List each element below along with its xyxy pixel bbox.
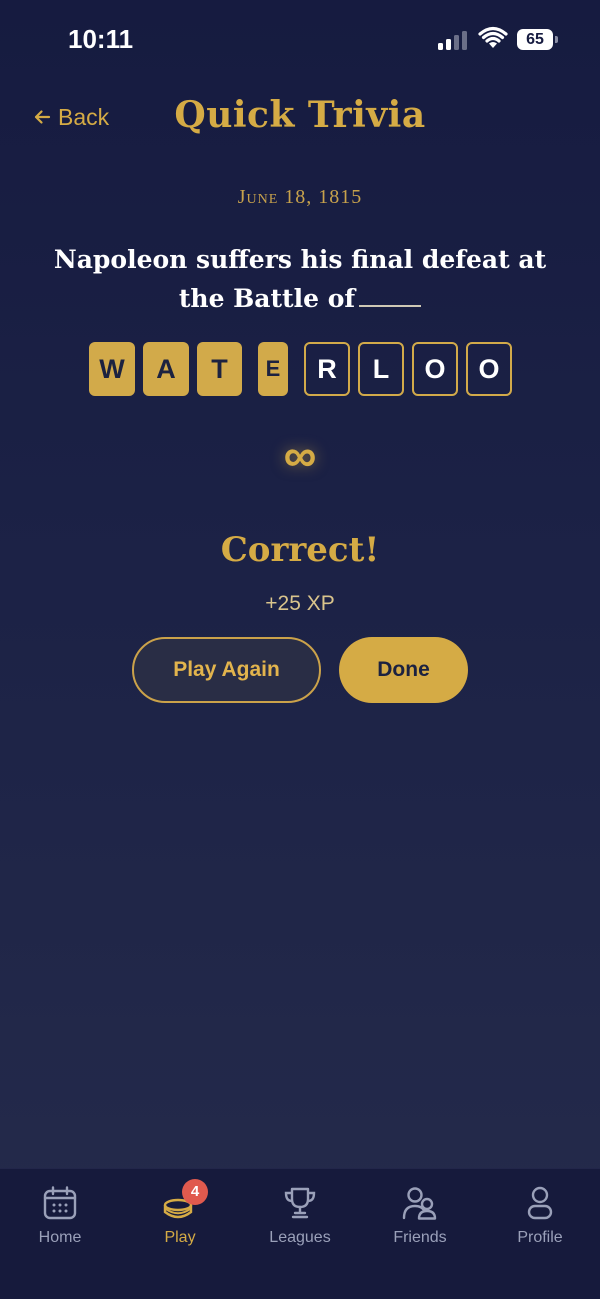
answer-blank (359, 281, 422, 307)
xp-reward: +25 XP (265, 592, 335, 615)
tab-leagues[interactable]: Leagues (240, 1185, 360, 1265)
tab-profile[interactable]: Profile (480, 1185, 600, 1265)
answer-tiles: W A T E R L O O (0, 342, 600, 398)
tab-label: Friends (393, 1229, 447, 1246)
person-icon (527, 1186, 553, 1220)
answer-tile: T (197, 342, 242, 396)
wifi-icon (478, 26, 508, 48)
answer-tile: O (412, 342, 458, 396)
users-icon (402, 1187, 437, 1220)
question-date: June 18, 1815 (237, 186, 363, 208)
done-button[interactable]: Done (339, 637, 468, 703)
trophy-icon (284, 1187, 316, 1219)
tab-label: Home (38, 1229, 82, 1246)
battery-nub (555, 36, 558, 43)
answer-tile: E (258, 342, 288, 396)
answer-tile: O (466, 342, 512, 396)
tab-home[interactable]: Home (0, 1185, 120, 1265)
answer-tile: A (143, 342, 189, 396)
question-text: Napoleon suffers his final defeat at the… (40, 240, 560, 318)
tab-friends[interactable]: Friends (360, 1185, 480, 1265)
calendar-icon (43, 1186, 77, 1220)
tab-bar: Home 4 Play Leagues Friends Profile (0, 1168, 600, 1299)
infinity-icon: ∞ (283, 429, 317, 481)
page-title: Quick Trivia (174, 94, 426, 136)
result-title: Correct! (220, 530, 380, 570)
tab-label: Profile (517, 1229, 563, 1246)
tab-label: Play (164, 1229, 196, 1246)
play-again-button[interactable]: Play Again (132, 637, 321, 703)
tab-label: Leagues (269, 1229, 331, 1246)
tab-play[interactable]: 4 Play (120, 1179, 240, 1265)
answer-tile: L (358, 342, 404, 396)
battery-level: 65 (526, 31, 544, 48)
status-bar: 10:11 65 (0, 0, 600, 80)
cellular-signal-icon (438, 30, 468, 50)
answer-tile: W (89, 342, 135, 396)
play-badge: 4 (182, 1179, 208, 1205)
question-prompt: Napoleon suffers his final defeat at the… (53, 245, 547, 313)
battery-icon: 65 (517, 29, 553, 50)
answer-tile: R (304, 342, 350, 396)
status-time: 10:11 (68, 24, 134, 54)
